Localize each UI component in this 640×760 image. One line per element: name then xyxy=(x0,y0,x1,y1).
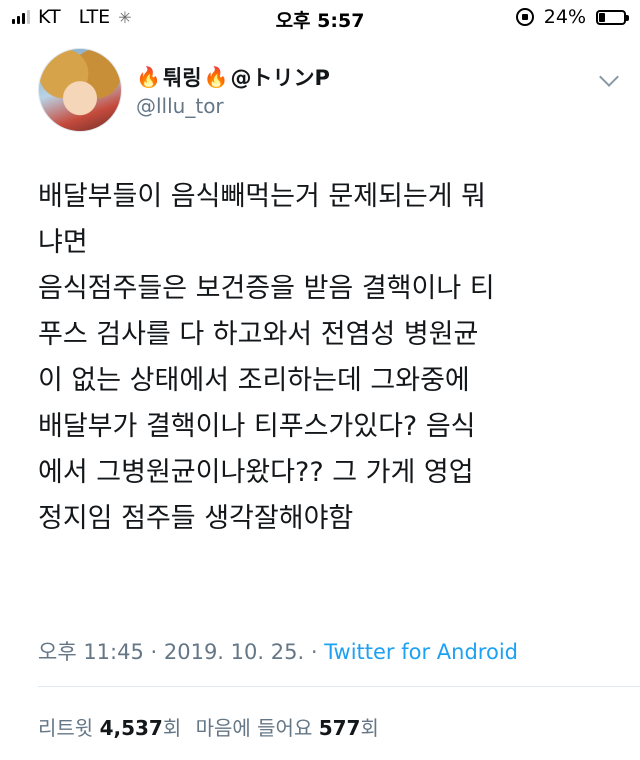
likes-label[interactable]: 마음에 들어요 xyxy=(196,716,313,740)
retweets-unit: 회 xyxy=(162,716,182,740)
tweet-text-line: 음식점주들은 보건증을 받음 결핵이나 티 xyxy=(38,273,495,304)
divider xyxy=(38,686,640,687)
retweets-label[interactable]: 리트윗 xyxy=(38,716,93,740)
user-handle[interactable]: @lllu_tor xyxy=(136,94,224,118)
fire-icon: 🔥 xyxy=(136,65,161,89)
retweets-count[interactable]: 4,537 xyxy=(100,716,163,740)
display-name-text: 퉈링 xyxy=(162,66,202,90)
status-bar: KT LTE ✳ 오후 5:57 24% xyxy=(0,0,640,36)
tweet-text-line: 냐면 xyxy=(38,227,88,258)
tweet-source-link[interactable]: Twitter for Android xyxy=(324,640,518,664)
tweet-text-line: 이 없는 상태에서 조리하는데 그와중에 xyxy=(38,365,470,396)
rotation-lock-icon xyxy=(515,8,534,26)
battery-icon xyxy=(596,9,629,25)
meta-separator: · xyxy=(310,640,318,664)
tweet-timestamp: 오후 11:45 · 2019. 10. 25. xyxy=(38,640,305,664)
tweet-text-line: 정지임 점주들 생각잘해야함 xyxy=(38,503,354,534)
display-name[interactable]: 🔥 퉈링 🔥 @トリンP xyxy=(136,62,330,92)
battery-level xyxy=(599,12,605,22)
battery-percent: 24% xyxy=(543,6,586,28)
tweet-text-line: 에서 그병원균이나왔다?? 그 가게 영업 xyxy=(38,457,474,488)
display-name-suffix: @トリンP xyxy=(230,66,330,90)
avatar[interactable] xyxy=(38,48,122,132)
tweet-meta: 오후 11:45 · 2019. 10. 25. · Twitter for A… xyxy=(38,636,518,666)
tweet-text-line: 배달부들이 음식빼먹는거 문제되는게 뭐 xyxy=(38,181,487,212)
chevron-down-icon[interactable] xyxy=(599,67,619,87)
likes-count[interactable]: 577 xyxy=(319,716,361,740)
tweet-text: 배달부들이 음식빼먹는거 문제되는게 뭐 냐면 음식점주들은 보건증을 받음 결… xyxy=(38,174,608,542)
tweet-text-line: 푸스 검사를 다 하고와서 전염성 병원균 xyxy=(38,319,479,350)
fire-icon: 🔥 xyxy=(203,65,229,89)
likes-unit: 회 xyxy=(360,716,379,740)
engagement-counts: 리트윗 4,537회 마음에 들어요 577회 xyxy=(38,712,379,741)
tweet-text-line: 배달부가 결핵이나 티푸스가있다? 음식 xyxy=(38,411,476,442)
